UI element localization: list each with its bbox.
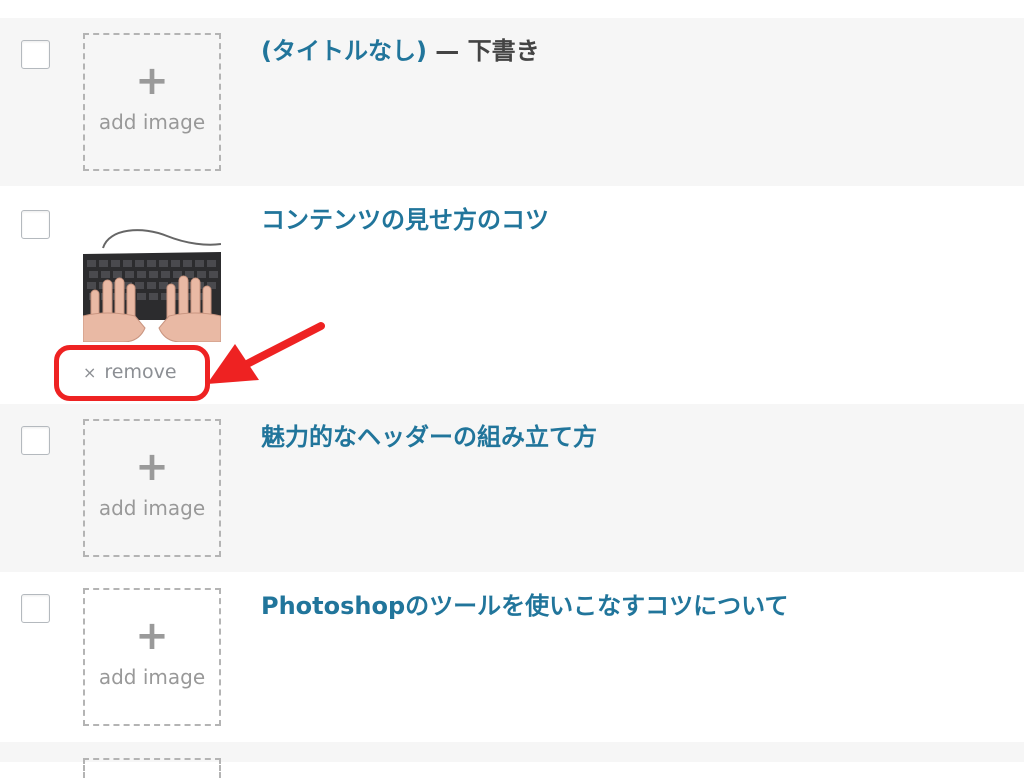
post-row bbox=[0, 742, 1024, 778]
post-row: + add image Photoshopのツールを使いこなすコツについて bbox=[0, 572, 1024, 742]
post-title-line: (タイトルなし) — 下書き bbox=[261, 35, 540, 67]
post-state-label: 下書き bbox=[467, 37, 540, 65]
post-title-link[interactable]: 魅力的なヘッダーの組み立て方 bbox=[261, 423, 597, 451]
plus-icon: + bbox=[135, 613, 169, 659]
post-title-link[interactable]: コンテンツの見せ方のコツ bbox=[261, 206, 549, 234]
post-title-line: コンテンツの見せ方のコツ bbox=[261, 204, 549, 236]
post-title-line: 魅力的なヘッダーの組み立て方 bbox=[261, 421, 597, 453]
add-image-button[interactable]: + add image bbox=[83, 33, 221, 171]
add-image-button[interactable]: + add image bbox=[83, 419, 221, 557]
row-select-checkbox[interactable] bbox=[21, 426, 50, 455]
annotation-arrow-icon bbox=[207, 322, 325, 384]
close-icon: × bbox=[83, 363, 97, 382]
remove-image-link[interactable]: × remove bbox=[83, 359, 177, 385]
post-title-link[interactable]: Photoshopのツールを使いこなすコツについて bbox=[261, 592, 788, 620]
add-image-button[interactable]: + add image bbox=[83, 588, 221, 726]
plus-icon: + bbox=[135, 444, 169, 490]
post-title-line: Photoshopのツールを使いこなすコツについて bbox=[261, 590, 788, 622]
add-image-label: add image bbox=[98, 665, 206, 689]
post-row: + add image (タイトルなし) — 下書き bbox=[0, 18, 1024, 186]
row-select-checkbox[interactable] bbox=[21, 594, 50, 623]
add-image-label: add image bbox=[98, 110, 206, 134]
plus-icon: + bbox=[135, 58, 169, 104]
remove-image-label: remove bbox=[104, 361, 177, 383]
post-state-separator: — bbox=[426, 37, 468, 65]
row-select-checkbox[interactable] bbox=[21, 210, 50, 239]
featured-image-thumbnail[interactable] bbox=[83, 224, 221, 342]
post-row: + add image 魅力的なヘッダーの組み立て方 bbox=[0, 404, 1024, 572]
post-title-link[interactable]: (タイトルなし) bbox=[261, 37, 427, 65]
add-image-button[interactable] bbox=[83, 758, 221, 778]
add-image-label: add image bbox=[98, 496, 206, 520]
row-select-checkbox[interactable] bbox=[21, 40, 50, 69]
